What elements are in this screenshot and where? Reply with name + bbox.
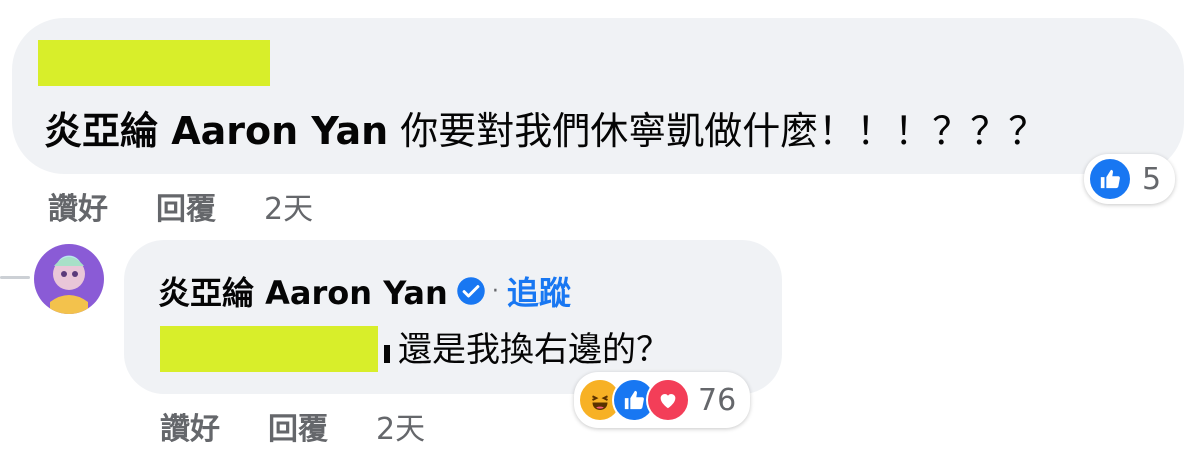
reply-header: 炎亞綸 Aaron Yan · 追蹤 — [158, 268, 571, 314]
timestamp[interactable]: 2天 — [264, 184, 313, 228]
reaction-icons — [578, 378, 690, 422]
reaction-summary[interactable]: 5 — [1084, 154, 1176, 204]
reaction-count: 5 — [1142, 161, 1162, 197]
redaction-remnant — [384, 345, 390, 363]
avatar[interactable] — [34, 244, 104, 314]
reply-text: 還是我換右邊的？ — [384, 322, 670, 371]
thread-connector — [0, 276, 30, 279]
reply-body: 還是我換右邊的？ — [398, 330, 670, 370]
reaction-summary[interactable]: 76 — [574, 372, 751, 428]
follow-button[interactable]: 追蹤 — [507, 268, 571, 314]
comment-actions: 讚好 回覆 2天 — [48, 184, 313, 228]
love-icon — [646, 378, 690, 422]
comment-author-tag[interactable]: 炎亞綸 Aaron Yan — [44, 109, 388, 153]
timestamp[interactable]: 2天 — [376, 404, 425, 448]
reply-actions: 讚好 回覆 2天 — [160, 404, 425, 448]
reply-author[interactable]: 炎亞綸 Aaron Yan — [158, 268, 448, 314]
comment-text: 炎亞綸 Aaron Yan 你要對我們休寧凱做什麼！！！？？？ — [44, 100, 1046, 155]
like-action[interactable]: 讚好 — [160, 404, 220, 448]
separator: · — [491, 278, 499, 304]
reply-action[interactable]: 回覆 — [268, 404, 328, 448]
reply-action[interactable]: 回覆 — [156, 184, 216, 228]
comment-body: 你要對我們休寧凱做什麼！！！？？？ — [400, 109, 1047, 153]
like-action[interactable]: 讚好 — [48, 184, 108, 228]
redacted-name — [38, 40, 270, 86]
redacted-name — [160, 326, 378, 372]
like-icon — [1088, 157, 1132, 201]
reaction-count: 76 — [698, 382, 737, 418]
verified-icon — [457, 277, 485, 305]
